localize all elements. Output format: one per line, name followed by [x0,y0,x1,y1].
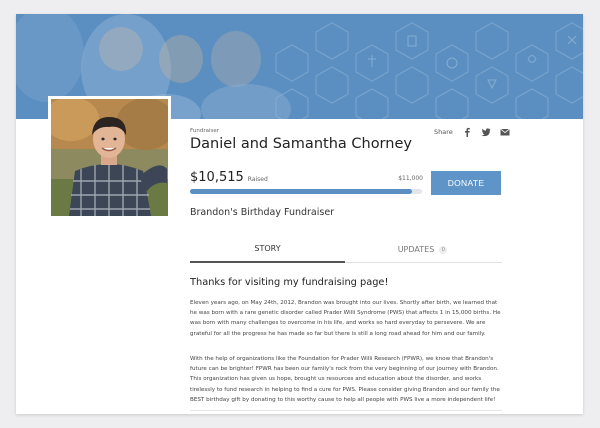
story-paragraph-1: Eleven years ago, on May 24th, 2012, Bra… [190,300,501,337]
tab-story[interactable]: STORY [190,236,345,263]
progress-fill [190,189,412,194]
tab-updates[interactable]: UPDATES 0 [345,236,500,263]
fundraiser-title: Daniel and Samantha Chorney [190,136,412,152]
fundraiser-label: Fundraiser [190,128,219,134]
share-bar: Share [434,127,510,137]
raised-label: Raised [247,176,268,183]
facebook-icon[interactable] [462,127,472,137]
tab-updates-label: UPDATES [397,245,435,254]
fundraiser-subtitle: Brandon's Birthday Fundraiser [190,207,335,218]
share-label: Share [434,128,453,136]
fundraiser-card: Fundraiser Daniel and Samantha Chorney S… [16,14,583,414]
email-icon[interactable] [500,127,510,137]
tab-bar: STORY UPDATES 0 [190,236,502,263]
goal-amount: $11,000 [398,175,423,182]
divider [190,410,502,411]
story-paragraph-2: With the help of organizations like the … [190,356,500,403]
tab-story-label: STORY [254,244,281,253]
raised-amount: $10,515 [190,170,244,185]
raised-summary: $10,515 Raised [190,170,268,185]
twitter-icon[interactable] [481,127,491,137]
donate-button[interactable]: DONATE [431,171,501,195]
story-heading: Thanks for visiting my fundraising page! [190,277,389,288]
profile-photo [48,96,171,219]
updates-count-badge: 0 [439,245,448,254]
progress-bar [190,189,422,194]
